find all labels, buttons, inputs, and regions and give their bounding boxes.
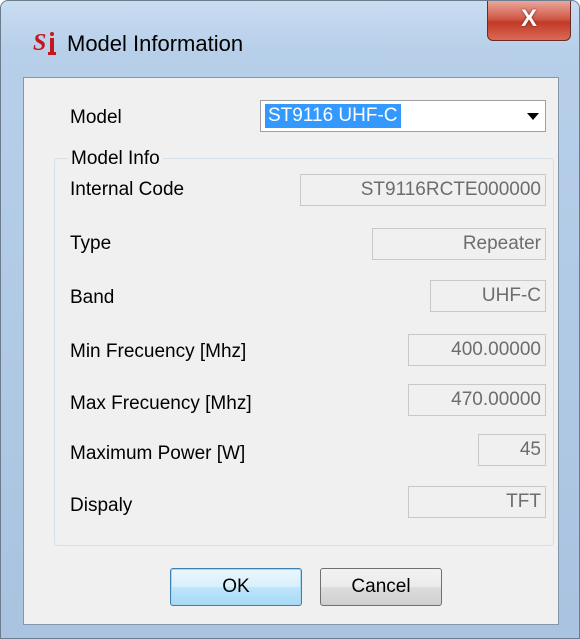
dialog-window: S Model Information X Model ST9116 UHF-C…	[0, 0, 580, 639]
title-bar[interactable]: S Model Information X	[1, 1, 579, 77]
band-field[interactable]: UHF-C	[430, 280, 546, 312]
internal-code-field[interactable]: ST9116RCTE000000	[300, 174, 546, 206]
chevron-down-icon[interactable]	[527, 113, 539, 120]
close-button[interactable]: X	[487, 1, 571, 41]
dialog-client-area: Model ST9116 UHF-C Model Info Internal C…	[23, 77, 559, 625]
svg-text:S: S	[33, 30, 46, 56]
st-logo-icon: S	[33, 28, 59, 58]
ok-button[interactable]: OK	[170, 568, 302, 606]
band-label: Band	[70, 287, 115, 308]
internal-code-label: Internal Code	[70, 179, 185, 200]
model-label: Model	[70, 107, 122, 128]
type-label: Type	[70, 233, 112, 254]
max-frequency-label: Max Frecuency [Mhz]	[70, 393, 252, 414]
type-field[interactable]: Repeater	[372, 228, 546, 260]
maximum-power-field[interactable]: 45	[478, 434, 546, 466]
min-frequency-label: Min Frecuency [Mhz]	[70, 341, 247, 362]
window-title: Model Information	[67, 31, 244, 56]
cancel-button[interactable]: Cancel	[320, 568, 442, 606]
display-field[interactable]: TFT	[408, 486, 546, 518]
display-label: Dispaly	[70, 495, 133, 516]
close-icon: X	[520, 5, 537, 32]
model-dropdown-value: ST9116 UHF-C	[265, 104, 401, 128]
maximum-power-label: Maximum Power [W]	[70, 443, 246, 464]
model-dropdown[interactable]: ST9116 UHF-C	[260, 100, 546, 132]
model-info-group-title: Model Info	[68, 148, 163, 170]
max-frequency-field[interactable]: 470.00000	[408, 384, 546, 416]
min-frequency-field[interactable]: 400.00000	[408, 334, 546, 366]
